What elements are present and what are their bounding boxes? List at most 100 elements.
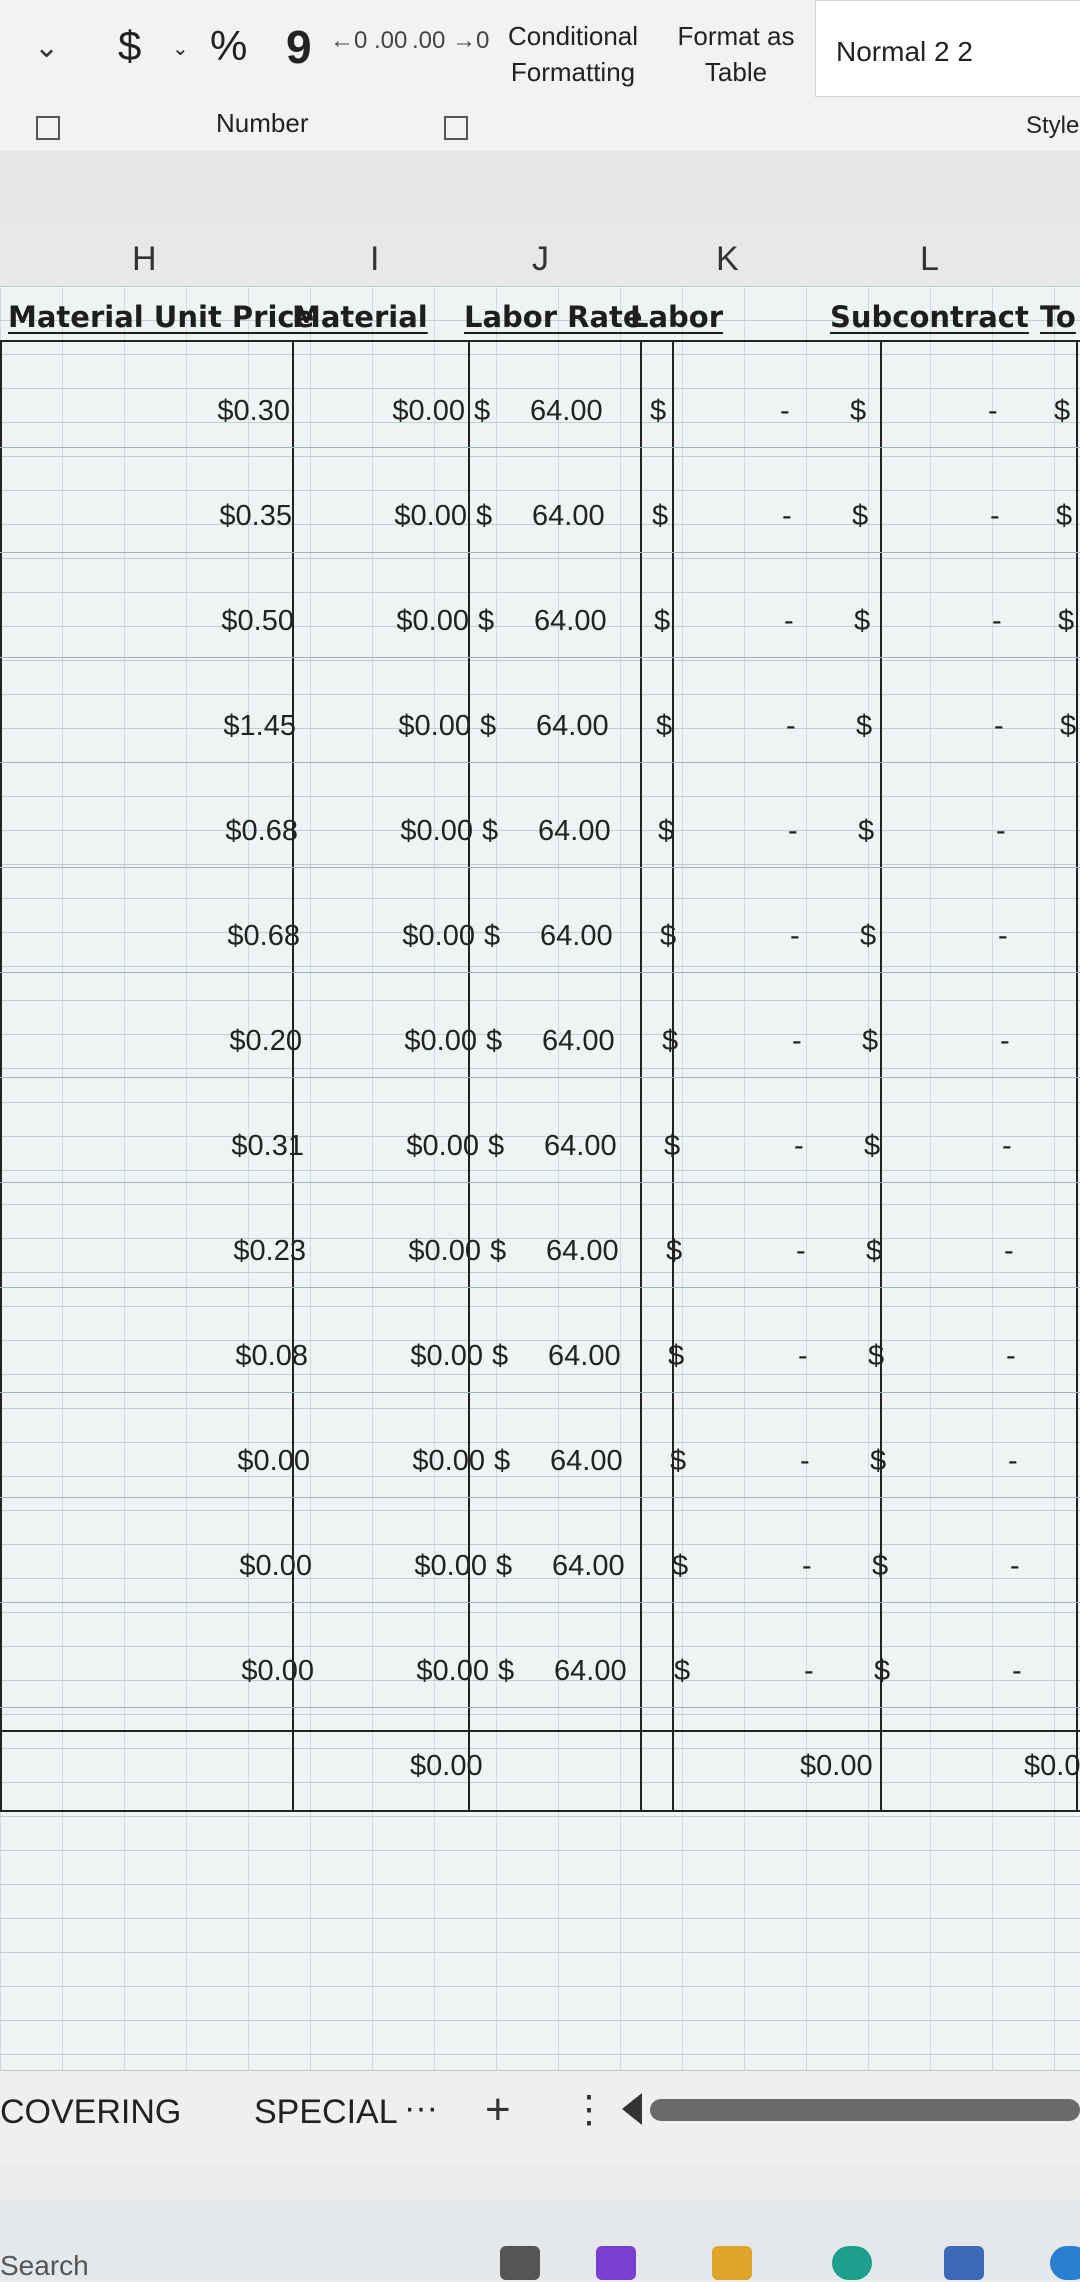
horizontal-scrollbar[interactable]: [650, 2099, 1080, 2121]
add-sheet-button[interactable]: +: [485, 2085, 511, 2135]
unit-price-cell[interactable]: $0.23: [233, 1235, 306, 1268]
unit-price-cell[interactable]: $0.31: [231, 1130, 304, 1163]
labor-cell[interactable]: -: [796, 1235, 806, 1268]
labor-cell[interactable]: -: [782, 500, 792, 533]
labor-rate-cell[interactable]: 64.00: [552, 1550, 625, 1583]
header-labor[interactable]: Labor: [630, 300, 723, 334]
unit-price-cell[interactable]: $0.68: [227, 920, 300, 953]
subcontract-cell[interactable]: -: [1012, 1655, 1022, 1688]
labor-rate-cell[interactable]: 64.00: [554, 1655, 627, 1688]
subcontract-cell[interactable]: -: [1006, 1340, 1016, 1373]
header-material[interactable]: Material: [292, 300, 428, 334]
unit-price-cell[interactable]: $0.50: [221, 605, 294, 638]
worksheet-grid[interactable]: [0, 286, 1080, 2086]
subcontract-cell[interactable]: -: [1004, 1235, 1014, 1268]
unit-price-cell[interactable]: $0.00: [241, 1655, 314, 1688]
file-explorer-icon[interactable]: [712, 2246, 752, 2280]
material-cell[interactable]: $0.00: [392, 395, 465, 428]
total-subcontract-cell[interactable]: $0.00: [800, 1750, 873, 1783]
store-icon[interactable]: [944, 2246, 984, 2280]
subcontract-cell[interactable]: -: [1008, 1445, 1018, 1478]
subcontract-cell[interactable]: -: [1000, 1025, 1010, 1058]
task-view-icon[interactable]: [500, 2246, 540, 2280]
subcontract-cell[interactable]: -: [996, 815, 1006, 848]
unit-price-cell[interactable]: $0.20: [229, 1025, 302, 1058]
accounting-format-button[interactable]: $: [118, 22, 141, 70]
labor-rate-cell[interactable]: 64.00: [532, 500, 605, 533]
labor-cell[interactable]: -: [780, 395, 790, 428]
taskbar-search[interactable]: Search: [0, 2250, 89, 2282]
material-cell[interactable]: $0.00: [398, 710, 471, 743]
subcontract-cell[interactable]: -: [992, 605, 1002, 638]
material-cell[interactable]: $0.00: [402, 920, 475, 953]
column-header-l[interactable]: L: [920, 240, 939, 279]
labor-cell[interactable]: -: [790, 920, 800, 953]
chevron-down-icon[interactable]: ⌄: [34, 30, 59, 65]
subcontract-cell[interactable]: -: [998, 920, 1008, 953]
sheet-tab-covering[interactable]: COVERING: [0, 2093, 181, 2132]
material-cell[interactable]: $0.00: [414, 1550, 487, 1583]
format-as-table-button[interactable]: Format as Table: [676, 18, 796, 90]
percent-style-button[interactable]: %: [210, 22, 247, 70]
column-header-h[interactable]: H: [132, 240, 157, 279]
material-cell[interactable]: $0.00: [412, 1445, 485, 1478]
edge-icon[interactable]: [832, 2246, 872, 2280]
unit-price-cell[interactable]: $0.08: [235, 1340, 308, 1373]
more-sheets-icon[interactable]: ···: [404, 2089, 438, 2128]
header-labor-rate[interactable]: Labor Rate: [464, 300, 643, 334]
labor-rate-cell[interactable]: 64.00: [540, 920, 613, 953]
labor-rate-cell[interactable]: 64.00: [538, 815, 611, 848]
labor-cell[interactable]: -: [784, 605, 794, 638]
unit-price-cell[interactable]: $0.00: [237, 1445, 310, 1478]
conditional-formatting-button[interactable]: Conditional Formatting: [498, 18, 648, 90]
browser-icon[interactable]: [1050, 2246, 1080, 2280]
labor-rate-cell[interactable]: 64.00: [534, 605, 607, 638]
decrease-decimal-button[interactable]: .00 →0: [412, 29, 489, 53]
labor-rate-cell[interactable]: 64.00: [548, 1340, 621, 1373]
labor-cell[interactable]: -: [804, 1655, 814, 1688]
column-header-k[interactable]: K: [716, 240, 739, 279]
dialog-launcher-icon[interactable]: [36, 116, 60, 140]
subcontract-cell[interactable]: -: [1002, 1130, 1012, 1163]
labor-rate-cell[interactable]: 64.00: [536, 710, 609, 743]
labor-cell[interactable]: -: [788, 815, 798, 848]
number-dialog-launcher-icon[interactable]: [444, 116, 468, 140]
chevron-down-icon[interactable]: ⌄: [172, 36, 189, 61]
labor-cell[interactable]: -: [794, 1130, 804, 1163]
material-cell[interactable]: $0.00: [406, 1130, 479, 1163]
comma-style-button[interactable]: 9: [286, 20, 312, 74]
material-cell[interactable]: $0.00: [410, 1340, 483, 1373]
increase-decimal-button[interactable]: ←0 .00: [330, 29, 407, 53]
subcontract-cell[interactable]: -: [990, 500, 1000, 533]
more-options-icon[interactable]: ⋮: [570, 2087, 608, 2132]
labor-cell[interactable]: -: [802, 1550, 812, 1583]
labor-rate-cell[interactable]: 64.00: [530, 395, 603, 428]
labor-cell[interactable]: -: [798, 1340, 808, 1373]
labor-rate-cell[interactable]: 64.00: [546, 1235, 619, 1268]
subcontract-cell[interactable]: -: [1010, 1550, 1020, 1583]
subcontract-cell[interactable]: -: [994, 710, 1004, 743]
sheet-tab-special[interactable]: SPECIAL: [254, 2093, 398, 2132]
material-cell[interactable]: $0.00: [400, 815, 473, 848]
copilot-icon[interactable]: [596, 2246, 636, 2280]
material-cell[interactable]: $0.00: [408, 1235, 481, 1268]
header-material-unit-price[interactable]: Material Unit Price: [8, 300, 314, 334]
material-cell[interactable]: $0.00: [396, 605, 469, 638]
unit-price-cell[interactable]: $1.45: [223, 710, 296, 743]
column-header-j[interactable]: J: [532, 240, 549, 279]
labor-rate-cell[interactable]: 64.00: [550, 1445, 623, 1478]
scroll-left-icon[interactable]: [622, 2093, 642, 2125]
header-total[interactable]: To: [1040, 300, 1076, 334]
unit-price-cell[interactable]: $0.00: [239, 1550, 312, 1583]
labor-rate-cell[interactable]: 64.00: [542, 1025, 615, 1058]
unit-price-cell[interactable]: $0.68: [225, 815, 298, 848]
header-subcontract[interactable]: Subcontract: [830, 300, 1029, 334]
labor-cell[interactable]: -: [800, 1445, 810, 1478]
material-cell[interactable]: $0.00: [404, 1025, 477, 1058]
labor-rate-cell[interactable]: 64.00: [544, 1130, 617, 1163]
cell-style-normal[interactable]: Normal 2 2: [836, 36, 973, 68]
column-header-i[interactable]: I: [370, 240, 379, 279]
labor-cell[interactable]: -: [792, 1025, 802, 1058]
total-material-cell[interactable]: $0.00: [410, 1750, 483, 1783]
material-cell[interactable]: $0.00: [416, 1655, 489, 1688]
